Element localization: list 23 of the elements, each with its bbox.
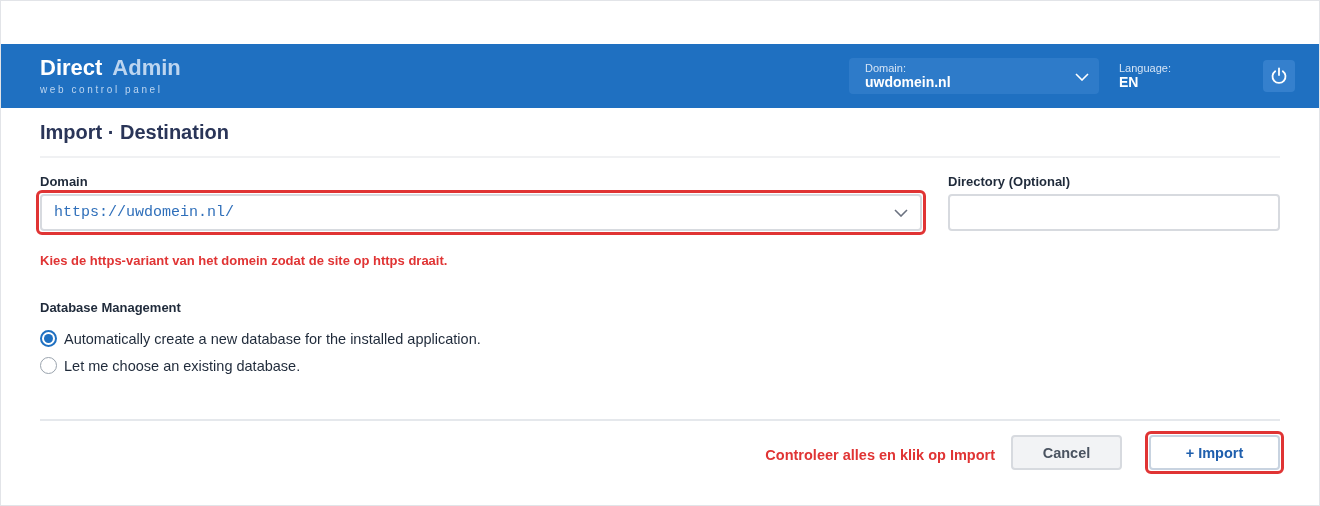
cancel-button[interactable]: Cancel — [1011, 435, 1122, 470]
domain-select[interactable]: Domain: uwdomein.nl — [849, 58, 1099, 94]
hint-text: Kies de https-variant van het domein zodat de site op https draait. — [40, 253, 448, 268]
page-title: Import · Destination — [40, 108, 1280, 158]
radio-button[interactable] — [40, 330, 57, 347]
input-field[interactable] — [948, 194, 1280, 231]
chevron-icon — [1075, 73, 1089, 81]
language-label: Language: — [1119, 62, 1172, 74]
brand-name: Admin — [112, 55, 181, 81]
option-label: Automatically create a new database for the installed application. — [64, 330, 481, 347]
instruction-text: Controleer alles en klik op Import — [765, 446, 995, 463]
power-icon — [1270, 67, 1288, 85]
chevron-icon — [894, 208, 908, 217]
field-label: Domain — [40, 174, 89, 189]
section-heading: Database Management — [40, 300, 181, 315]
brand-name: Direct — [40, 55, 103, 81]
tagline: web control panel — [40, 84, 164, 95]
field-label: Directory (Optional) — [948, 174, 1072, 189]
option-label: Let me choose an existing database. — [64, 357, 301, 374]
domain-select[interactable]: https://uwdomein.nl/ — [40, 194, 922, 231]
import-button[interactable]: + Import — [1149, 435, 1280, 470]
power-button[interactable] — [1263, 60, 1295, 92]
language-value: EN — [1119, 74, 1140, 90]
